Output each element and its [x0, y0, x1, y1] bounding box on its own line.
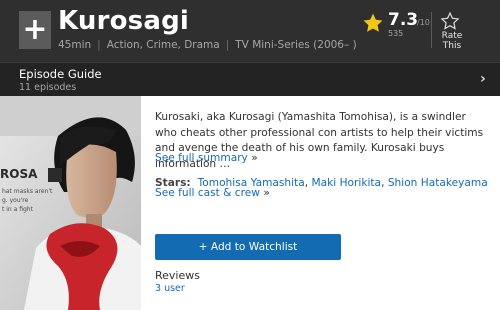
see-full-cast-link[interactable]: See full cast & crew » [155, 187, 270, 199]
title-meta: 45min | Action, Crime, Drama | TV Mini-Serie… [58, 39, 357, 51]
poster-artwork: ROSA hat masks aren't g. you're t in a f… [0, 96, 141, 310]
meta-separator: | [225, 39, 230, 51]
episode-guide-title: Episode Guide [19, 67, 102, 81]
episode-count: 11 episodes [19, 82, 77, 93]
series-type-text[interactable]: TV Mini-Series (2006– ) [235, 39, 356, 51]
rating-block: 7.3 /10 535 [362, 10, 432, 50]
double-arrow-icon: » [263, 187, 270, 199]
episode-guide-link[interactable]: Episode Guide 11 episodes › [0, 62, 500, 96]
poster-text: g. you're [2, 197, 29, 204]
star-link[interactable]: Shion Hatakeyama [388, 177, 488, 189]
chevron-right-icon: › [480, 71, 486, 87]
rating-value: 7.3 [388, 10, 419, 30]
user-reviews-link[interactable]: 3 user [155, 283, 185, 294]
meta-separator: | [97, 39, 101, 51]
poster-image[interactable]: ROSA hat masks aren't g. you're t in a f… [0, 96, 141, 310]
comma: , [381, 177, 385, 189]
divider [431, 12, 432, 48]
genres-text[interactable]: Action, Crime, Drama [107, 39, 220, 51]
comma: , [304, 177, 309, 189]
duration-text: 45min [58, 39, 92, 51]
rate-this-button[interactable]: Rate This [436, 11, 464, 51]
poster-text: hat masks aren't [2, 188, 53, 195]
rate-label-line1: Rate [441, 31, 463, 41]
see-full-cast-label[interactable]: See full cast & crew [155, 187, 260, 199]
title-header: + Kurosagi 45min | Action, Crime, Drama | TV… [0, 0, 500, 62]
rating-count: 535 [388, 29, 404, 38]
see-full-summary-label[interactable]: See full summary [155, 152, 248, 164]
add-to-watchlist-plus-button[interactable]: + [19, 11, 51, 49]
reviews-heading: Reviews [155, 269, 200, 282]
rating-max: /10 [417, 18, 430, 27]
rate-label-line2: This [442, 41, 462, 51]
star-link[interactable]: Maki Horikita [312, 177, 382, 189]
rate-this-label: Rate This [436, 31, 468, 51]
add-to-watchlist-button[interactable]: + Add to Watchlist [155, 234, 341, 260]
see-full-summary-link[interactable]: See full summary » [155, 152, 258, 164]
double-arrow-icon: » [251, 152, 258, 164]
star-icon [363, 13, 383, 32]
poster-text: ROSA [0, 167, 38, 181]
outline-star-icon [440, 11, 460, 30]
page-title: Kurosagi [58, 6, 190, 36]
poster-text: t in a fight [2, 206, 34, 213]
